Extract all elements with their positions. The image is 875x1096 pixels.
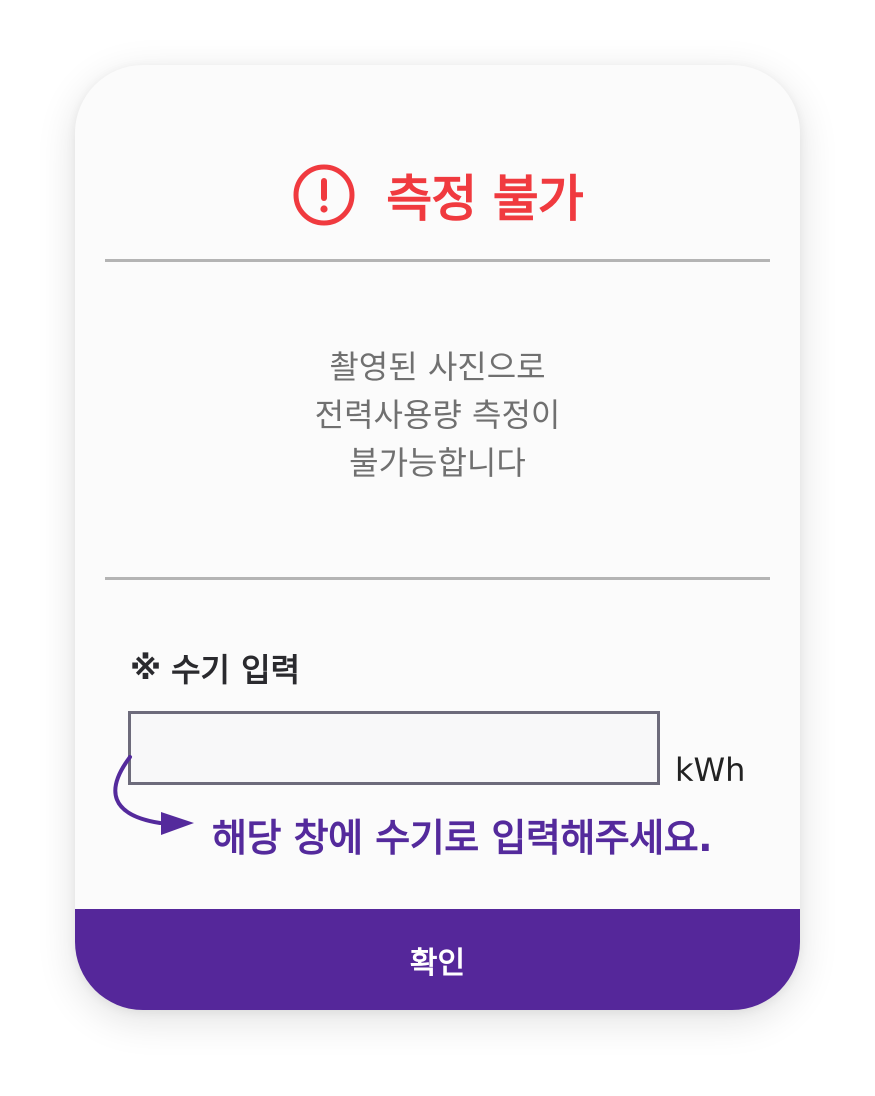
unit-label: kWh [675,751,746,789]
header-divider [105,259,770,262]
manual-input-label: ※ 수기 입력 [130,645,300,691]
message-divider [105,577,770,580]
measurement-failed-dialog: 측정 불가 촬영된 사진으로 전력사용량 측정이 불가능합니다 ※ 수기 입력 … [75,65,800,1010]
input-hint: 해당 창에 수기로 입력해주세요. [212,816,713,860]
manual-input-label-text: 수기 입력 [171,651,301,689]
curved-arrow-icon [113,755,194,835]
error-message: 촬영된 사진으로 전력사용량 측정이 불가능합니다 [75,343,800,487]
reference-mark: ※ [130,649,162,687]
message-line: 촬영된 사진으로 [329,348,546,386]
dialog-title: 측정 불가 [386,170,583,228]
confirm-button[interactable]: 확인 [75,909,800,1010]
dialog-header: 측정 불가 [75,155,800,235]
message-line: 불가능합니다 [349,444,526,482]
message-line: 전력사용량 측정이 [314,396,561,434]
alert-circle-icon [293,164,355,226]
usage-input[interactable] [128,711,660,785]
